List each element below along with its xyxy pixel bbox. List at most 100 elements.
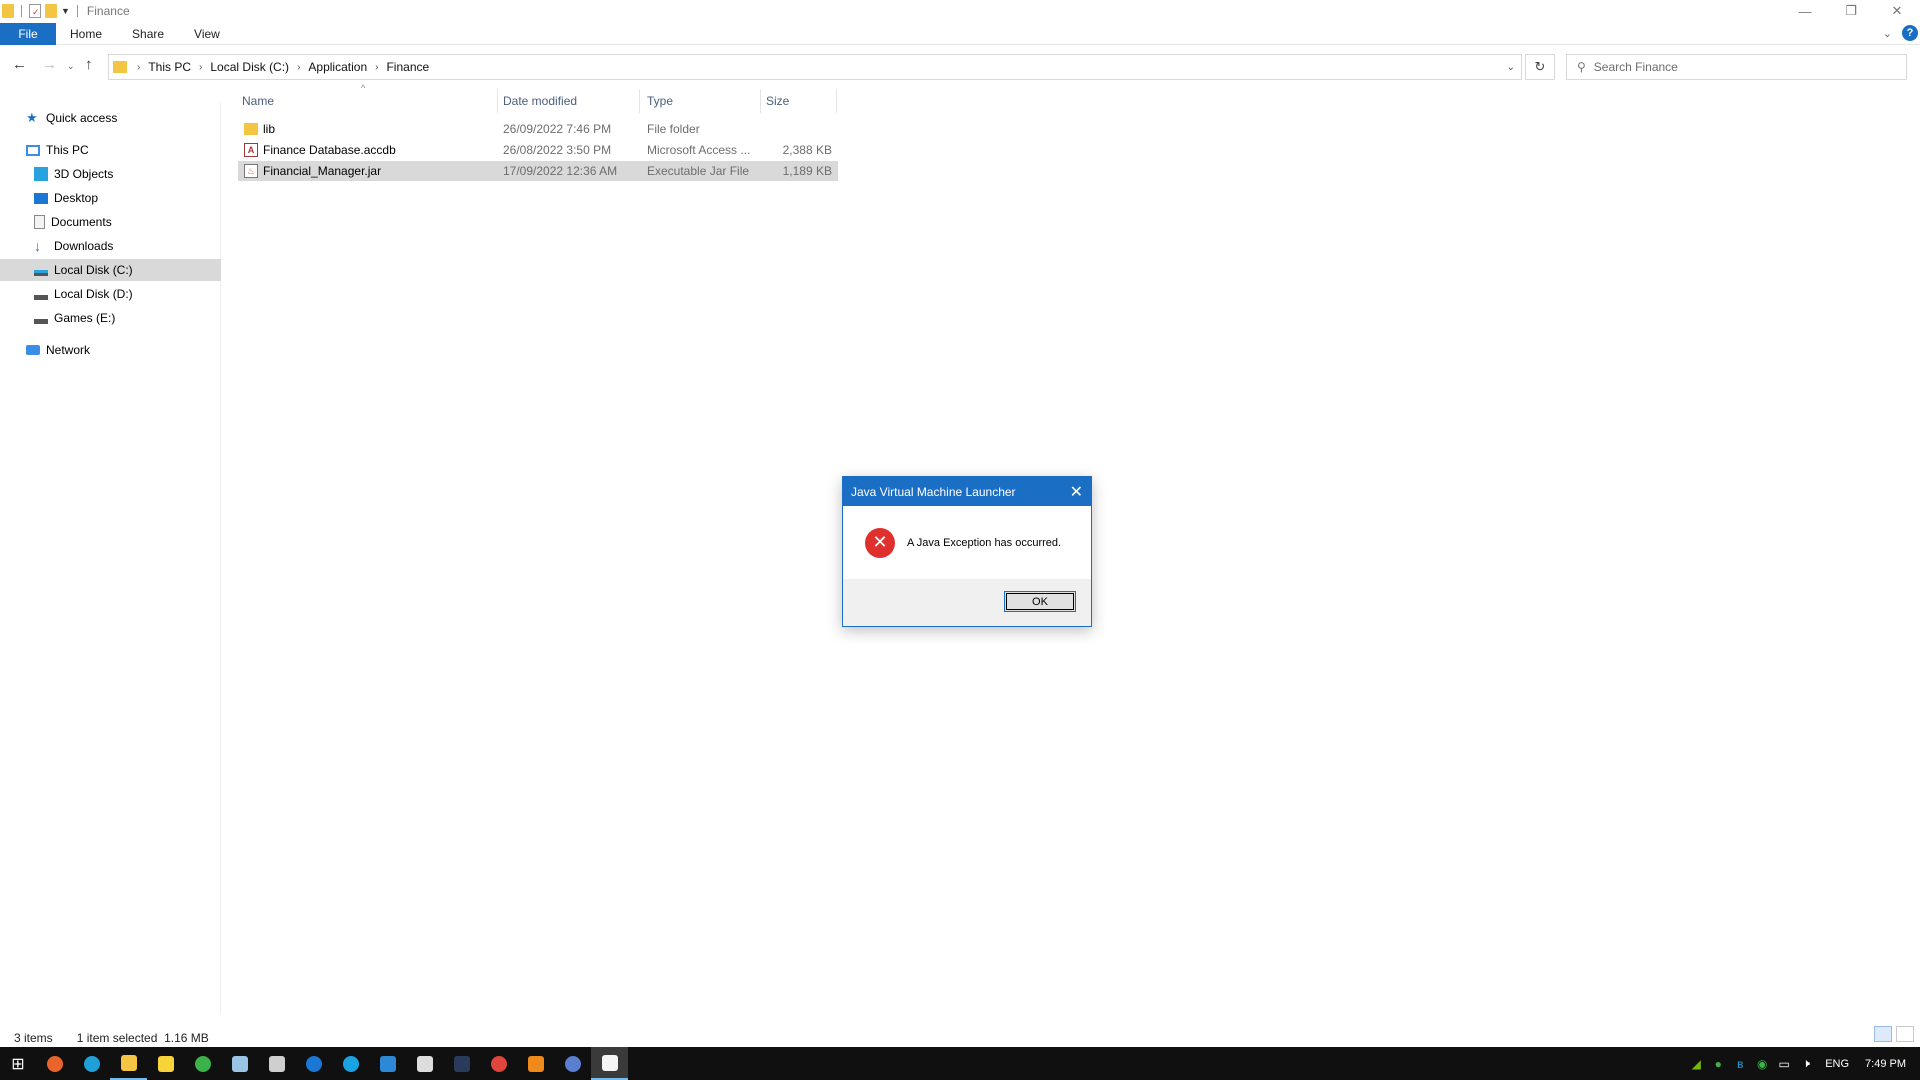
taskbar-app-edge[interactable] — [73, 1047, 110, 1080]
help-icon[interactable]: ? — [1902, 25, 1918, 41]
tab-file[interactable]: File — [0, 22, 56, 45]
item-count: 3 items — [14, 1031, 53, 1045]
file-name: Financial_Manager.jar — [263, 164, 382, 178]
language-indicator[interactable]: ENG — [1825, 1058, 1849, 1070]
taskbar-app-firefox[interactable] — [36, 1047, 73, 1080]
nav-item-label: This PC — [46, 143, 89, 157]
column-header-label: Type — [647, 94, 674, 108]
sync-icon[interactable]: ◉ — [1751, 1047, 1773, 1080]
column-divider[interactable] — [639, 89, 640, 113]
breadcrumb-separator-icon[interactable]: › — [375, 62, 378, 73]
folder-icon — [2, 4, 14, 18]
bluetooth-icon[interactable]: ʙ — [1729, 1047, 1751, 1080]
dialog-close-button[interactable]: ✕ — [1070, 482, 1083, 502]
column-header-label: Date modified — [503, 94, 578, 108]
access-file-icon: A — [244, 143, 258, 157]
file-row[interactable]: ♨ Financial_Manager.jar 17/09/2022 12:36… — [238, 161, 838, 181]
drive-icon — [34, 294, 48, 300]
file-row[interactable]: lib 26/09/2022 7:46 PM File folder — [238, 119, 838, 139]
breadcrumb-this-pc[interactable]: This PC — [148, 60, 191, 74]
column-header-name[interactable]: Name — [242, 89, 500, 113]
vlc-icon — [527, 1055, 544, 1072]
maximize-button[interactable]: ❐ — [1828, 0, 1874, 22]
details-view-icon[interactable] — [1874, 1026, 1892, 1042]
chat-icon — [305, 1055, 322, 1072]
taskbar-app-chat[interactable] — [295, 1047, 332, 1080]
refresh-icon: ↻ — [1534, 59, 1546, 74]
column-divider[interactable] — [760, 89, 761, 113]
taskbar-app-tool[interactable] — [221, 1047, 258, 1080]
close-button[interactable]: ✕ — [1874, 0, 1920, 22]
forward-arrow-icon[interactable]: → — [42, 56, 57, 73]
nav-item-desktop[interactable]: Desktop — [34, 187, 221, 209]
taskbar-app-window[interactable] — [369, 1047, 406, 1080]
refresh-button[interactable]: ↻ — [1525, 54, 1555, 80]
search-box[interactable]: ⚲ — [1566, 54, 1907, 80]
address-row: ← → ⌄ ↑ › This PC › Local Disk (C:) › Ap… — [0, 52, 1920, 81]
nav-item-3d-objects[interactable]: 3D Objects — [34, 163, 221, 185]
clock[interactable]: 7:49 PM — [1865, 1058, 1906, 1070]
breadcrumb-separator-icon[interactable]: › — [297, 62, 300, 73]
dialog-message: A Java Exception has occurred. — [907, 536, 1062, 549]
tab-home[interactable]: Home — [56, 23, 117, 45]
expand-ribbon-chevron-icon[interactable]: ⌄ — [1883, 27, 1892, 40]
customize-toolbar-icon[interactable]: ▼ — [61, 6, 70, 16]
divider — [76, 5, 78, 17]
nav-item-network[interactable]: Network — [26, 339, 221, 361]
breadcrumb-application[interactable]: Application — [308, 60, 367, 74]
shield-icon[interactable]: ● — [1707, 1047, 1729, 1080]
breadcrumb-finance[interactable]: Finance — [386, 60, 429, 74]
recent-locations-chevron-icon[interactable]: ⌄ — [67, 61, 75, 72]
column-divider[interactable] — [497, 89, 498, 113]
taskbar-app-vlc[interactable] — [517, 1047, 554, 1080]
nav-item-label: Desktop — [54, 191, 99, 205]
network-status-icon[interactable]: ▭ — [1773, 1047, 1795, 1080]
breadcrumb-local-disk-c[interactable]: Local Disk (C:) — [210, 60, 289, 74]
taskbar-app-file-explorer[interactable] — [110, 1047, 147, 1080]
nav-item-quick-access[interactable]: ★ Quick access — [26, 107, 221, 129]
taskbar-app-skype[interactable] — [332, 1047, 369, 1080]
file-name: lib — [263, 122, 276, 136]
taskbar-app-green[interactable] — [184, 1047, 221, 1080]
nav-item-label: Games (E:) — [54, 311, 116, 325]
column-divider[interactable] — [836, 89, 837, 113]
taskbar-app-stats[interactable] — [258, 1047, 295, 1080]
file-row[interactable]: A Finance Database.accdb 26/08/2022 3:50… — [238, 140, 838, 160]
taskbar-app-chrome[interactable] — [480, 1047, 517, 1080]
taskbar-app-globe[interactable] — [554, 1047, 591, 1080]
nav-item-local-disk-c[interactable]: Local Disk (C:) — [0, 259, 221, 281]
taskbar-app-sticky-notes[interactable] — [147, 1047, 184, 1080]
column-header-date-modified[interactable]: Date modified — [503, 89, 643, 113]
nav-item-documents[interactable]: Documents — [34, 211, 221, 233]
ok-button[interactable]: OK — [1004, 591, 1076, 612]
nvidia-icon[interactable]: ◢ — [1685, 1047, 1707, 1080]
divider — [21, 5, 22, 17]
ribbon-tabs: File Home Share View ⌄ ? — [0, 22, 1920, 45]
taskbar-app-lightroom[interactable] — [443, 1047, 480, 1080]
nav-item-local-disk-d[interactable]: Local Disk (D:) — [34, 283, 221, 305]
up-arrow-icon[interactable]: ↑ — [85, 56, 93, 73]
minimize-button[interactable]: — — [1782, 0, 1828, 22]
nav-item-this-pc[interactable]: This PC — [26, 139, 221, 161]
column-header-size[interactable]: Size — [766, 89, 836, 113]
taskbar-app-tools[interactable] — [406, 1047, 443, 1080]
error-icon: ✕ — [865, 527, 895, 558]
address-dropdown-chevron-icon[interactable]: ⌄ — [1507, 62, 1515, 73]
column-header-type[interactable]: Type — [647, 89, 765, 113]
properties-icon[interactable]: ✓ — [29, 4, 41, 18]
nav-item-downloads[interactable]: ↓ Downloads — [34, 235, 221, 257]
tab-view[interactable]: View — [179, 23, 235, 45]
nav-item-games-e[interactable]: Games (E:) — [34, 307, 221, 329]
new-folder-icon[interactable] — [45, 4, 57, 18]
breadcrumb-separator-icon[interactable]: › — [137, 62, 140, 73]
back-arrow-icon[interactable]: ← — [12, 56, 27, 73]
large-icons-view-icon[interactable] — [1896, 1026, 1914, 1042]
search-input[interactable] — [1593, 60, 1894, 74]
taskbar-app-java[interactable] — [591, 1047, 628, 1080]
address-bar[interactable]: › This PC › Local Disk (C:) › Applicatio… — [108, 54, 1522, 80]
volume-icon[interactable]: 🕨 — [1795, 1047, 1817, 1080]
view-toggle — [1874, 1026, 1914, 1042]
breadcrumb-separator-icon[interactable]: › — [199, 62, 202, 73]
tab-share[interactable]: Share — [117, 23, 179, 45]
start-button[interactable]: ⊞ — [0, 1047, 36, 1080]
